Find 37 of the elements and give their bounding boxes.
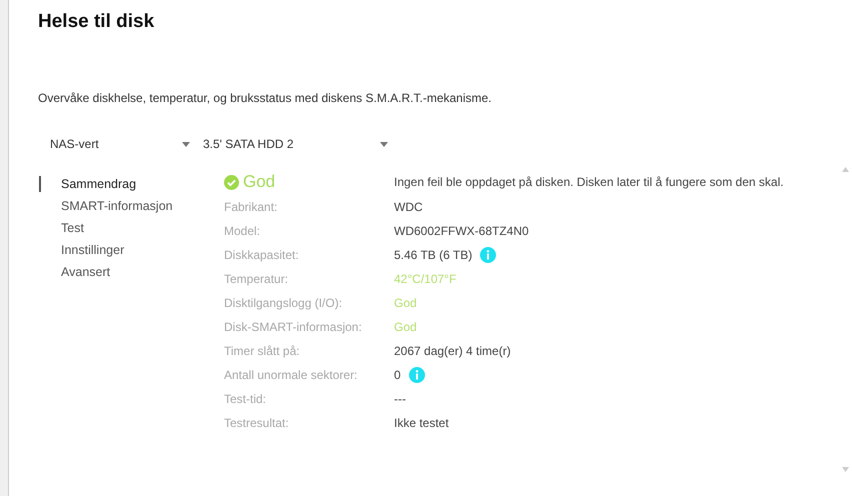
field-label: Timer slått på: bbox=[224, 344, 301, 358]
status-label: God bbox=[243, 172, 276, 192]
dropdown[interactable]: NAS-vert bbox=[38, 137, 193, 151]
caret-icon bbox=[380, 142, 388, 146]
field-label: Fabrikant: bbox=[224, 200, 278, 214]
field-label: Antall unormale sektorer: bbox=[224, 368, 358, 382]
nav-item[interactable]: SMART-informasjon bbox=[39, 195, 224, 217]
nav-item[interactable]: Avansert bbox=[39, 261, 224, 283]
field-label: Diskkapasitet: bbox=[224, 248, 300, 262]
check-icon bbox=[224, 174, 239, 190]
field-label: Temperatur: bbox=[224, 272, 290, 286]
field-value: 0 bbox=[394, 368, 401, 382]
field-value: Ikke testet bbox=[394, 416, 449, 430]
field-label: Model: bbox=[224, 224, 262, 238]
field-value: God bbox=[394, 296, 417, 310]
info-icon[interactable] bbox=[408, 367, 425, 383]
field-label: Disk-SMART-informasjon: bbox=[224, 320, 363, 334]
status-message: Ingen feil ble oppdaget på disken. Disken later til å fungere som den skal. bbox=[394, 175, 784, 189]
field-label: Test-tid: bbox=[224, 392, 268, 406]
field-value: 5.46 TB (6 TB) bbox=[394, 248, 472, 262]
info-icon[interactable] bbox=[480, 247, 496, 263]
field-value: WD6002FFWX-68TZ4N0 bbox=[394, 224, 529, 238]
scroll-down-icon[interactable] bbox=[842, 467, 848, 472]
field-label: Testresultat: bbox=[224, 416, 290, 430]
field-label: Disktilgangslogg (I/O): bbox=[224, 296, 344, 310]
field-value: --- bbox=[394, 392, 406, 406]
field-value: WDC bbox=[394, 200, 423, 214]
caret-icon bbox=[182, 142, 190, 146]
nav-item[interactable]: Innstillinger bbox=[39, 239, 224, 261]
field-value: 2067 dag(er) 4 time(r) bbox=[394, 344, 511, 358]
field-value: God bbox=[394, 320, 417, 334]
page-title: Helse til disk bbox=[38, 10, 156, 34]
field-value: 42°C/107°F bbox=[394, 272, 456, 286]
description: Overvåke diskhelse, temperatur, og bruksstatus med diskens S.M.A.R.T.-mekanisme. bbox=[38, 90, 493, 106]
scroll-up-icon[interactable] bbox=[842, 167, 848, 172]
nav-item[interactable]: Test bbox=[39, 217, 224, 239]
dropdown[interactable]: 3.5' SATA HDD 2 bbox=[193, 137, 388, 151]
